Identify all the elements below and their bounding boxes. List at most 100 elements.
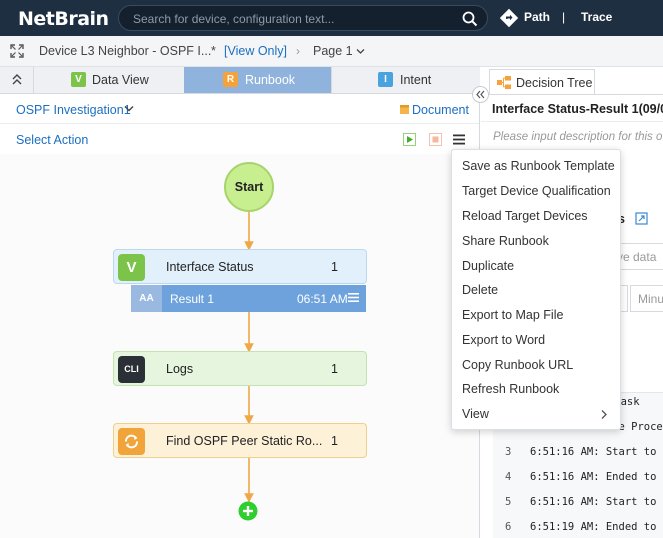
tab-intent[interactable]: I Intent — [331, 67, 480, 93]
menu-item-label: Refresh Runbook — [462, 382, 560, 396]
tab-decision-tree[interactable]: Decision Tree — [489, 69, 595, 94]
view-only-link[interactable]: [View Only] — [224, 44, 287, 58]
top-bar: NetBrain Search for device, configuratio… — [0, 0, 663, 36]
node-logs[interactable]: CLI Logs 1 — [113, 351, 367, 386]
node-label: Logs — [166, 362, 194, 376]
menu-item-export-word[interactable]: Export to Word — [452, 328, 620, 352]
menu-item-save-as-template[interactable]: Save as Runbook Template — [452, 154, 620, 178]
menu-item-copy-runbook-url[interactable]: Copy Runbook URL — [452, 353, 620, 377]
log-line-number: 3 — [505, 446, 512, 458]
menu-item-label: Target Device Qualification — [462, 184, 611, 198]
collapse-right-panel-button[interactable] — [472, 86, 489, 103]
run-icon[interactable] — [403, 133, 416, 146]
menu-item-target-device-qualification[interactable]: Target Device Qualification — [452, 179, 620, 203]
result-title: Interface Status-Result 1(09/0 — [492, 102, 663, 116]
search-placeholder: Search for device, configuration text... — [133, 12, 335, 26]
log-line-number: 4 — [505, 471, 512, 483]
node-interface-status[interactable]: V Interface Status 1 — [113, 249, 367, 284]
menu-item-delete[interactable]: Delete — [452, 278, 620, 302]
document-icon[interactable] — [399, 104, 410, 115]
menu-item-label: Export to Word — [462, 333, 546, 347]
menu-item-label: Reload Target Devices — [462, 209, 588, 223]
path-button[interactable]: Path — [524, 10, 550, 24]
runbook-name-selector[interactable]: OSPF Investigation1 — [16, 103, 131, 117]
runbook-header: OSPF Investigation1 Document — [0, 94, 479, 124]
add-node-icon[interactable] — [238, 501, 258, 521]
menu-item-label: Export to Map File — [462, 308, 564, 322]
map-title[interactable]: Device L3 Neighbor - OSPF I... — [39, 44, 211, 58]
chevron-right-icon: › — [296, 44, 300, 58]
description-input[interactable]: Please input description for this o — [493, 131, 662, 143]
refresh-icon — [125, 434, 138, 449]
search-icon[interactable] — [461, 10, 479, 28]
node-label: Find OSPF Peer Static Ro... — [166, 434, 323, 448]
log-line-text: 6:51:16 AM: Ended to — [530, 471, 657, 483]
result-label: Result 1 — [170, 292, 215, 306]
flow-connectors — [244, 212, 254, 503]
document-link[interactable]: Document — [412, 103, 469, 117]
menu-item-label: Share Runbook — [462, 234, 549, 248]
page-label: Page 1 — [313, 44, 353, 58]
log-line-number: 6 — [505, 521, 512, 533]
runbook-canvas[interactable]: Start V Interface Status 1 AA Result 1 0… — [0, 154, 479, 538]
log-line-number: 5 — [505, 496, 512, 508]
tab-data-view-label: Data View — [92, 73, 149, 87]
start-node[interactable]: Start — [224, 162, 274, 212]
minute-select[interactable]: Minu — [630, 285, 663, 312]
tab-runbook[interactable]: R Runbook — [184, 67, 331, 93]
result-menu-icon[interactable] — [348, 292, 359, 303]
node-find-ospf-peer[interactable]: Find OSPF Peer Static Ro... 1 — [113, 423, 367, 458]
menu-item-reload-target-devices[interactable]: Reload Target Devices — [452, 204, 620, 228]
result-time: 06:51 AM — [297, 292, 348, 306]
log-line-text: 6:51:19 AM: Ended to — [530, 521, 657, 533]
chevron-down-icon[interactable] — [124, 105, 134, 113]
result-row[interactable]: AA Result 1 06:51 AM — [131, 285, 366, 312]
stop-icon[interactable] — [429, 133, 442, 146]
data-view-icon: V — [71, 72, 86, 87]
menu-item-label: Copy Runbook URL — [462, 358, 574, 372]
menu-item-label: Duplicate — [462, 259, 515, 273]
menu-item-duplicate[interactable]: Duplicate — [452, 254, 620, 278]
chevron-down-icon — [356, 49, 365, 55]
log-line-text: 6:51:16 AM: Start to — [530, 446, 657, 458]
collapse-panel-button[interactable] — [0, 67, 34, 93]
menu-item-view[interactable]: View — [452, 402, 620, 426]
tab-data-view[interactable]: V Data View — [34, 67, 184, 93]
expand-icon[interactable] — [10, 44, 24, 58]
minute-select-label: Minu — [638, 292, 663, 306]
log-row: 3 6:51:16 AM: Start to — [493, 446, 663, 464]
menu-item-label: View — [462, 407, 489, 421]
log-line-text: 6:51:16 AM: Start to — [530, 496, 657, 508]
more-menu-icon[interactable] — [452, 133, 466, 146]
node-label: Interface Status — [166, 260, 254, 274]
node-count: 1 — [331, 362, 338, 376]
cli-node-icon: CLI — [118, 356, 145, 383]
runbook-panel: OSPF Investigation1 Document Select Acti… — [0, 94, 480, 538]
runbook-icon: R — [223, 72, 238, 87]
tab-intent-label: Intent — [400, 73, 432, 87]
path-icon[interactable] — [499, 8, 519, 28]
panel-tabs: V Data View R Runbook I Intent — [0, 67, 480, 94]
double-chevron-left-icon — [476, 90, 485, 99]
decision-tree-icon — [497, 76, 511, 89]
result-title-bar: Interface Status-Result 1(09/0 — [481, 94, 663, 122]
nav-separator: | — [562, 10, 566, 24]
menu-item-refresh-runbook[interactable]: Refresh Runbook — [452, 377, 620, 401]
netbrain-logo[interactable]: NetBrain — [18, 8, 109, 30]
log-row: 5 6:51:16 AM: Start to — [493, 496, 663, 514]
page-selector[interactable]: Page 1 — [313, 44, 365, 58]
menu-item-label: Save as Runbook Template — [462, 159, 615, 173]
select-action-link[interactable]: Select Action — [16, 133, 88, 147]
trace-button[interactable]: Trace — [581, 10, 612, 24]
menu-item-share-runbook[interactable]: Share Runbook — [452, 229, 620, 253]
node-count: 1 — [331, 260, 338, 274]
open-external-icon[interactable] — [635, 212, 648, 225]
double-chevron-up-icon — [12, 74, 22, 85]
data-view-node-icon: V — [118, 254, 145, 281]
tab-decision-tree-label: Decision Tree — [516, 76, 593, 90]
intent-icon: I — [378, 72, 393, 87]
breadcrumb: Device L3 Neighbor - OSPF I... * [View O… — [0, 36, 663, 67]
menu-item-export-map-file[interactable]: Export to Map File — [452, 303, 620, 327]
result-badge: AA — [131, 285, 162, 312]
global-search-input[interactable]: Search for device, configuration text... — [118, 5, 488, 31]
